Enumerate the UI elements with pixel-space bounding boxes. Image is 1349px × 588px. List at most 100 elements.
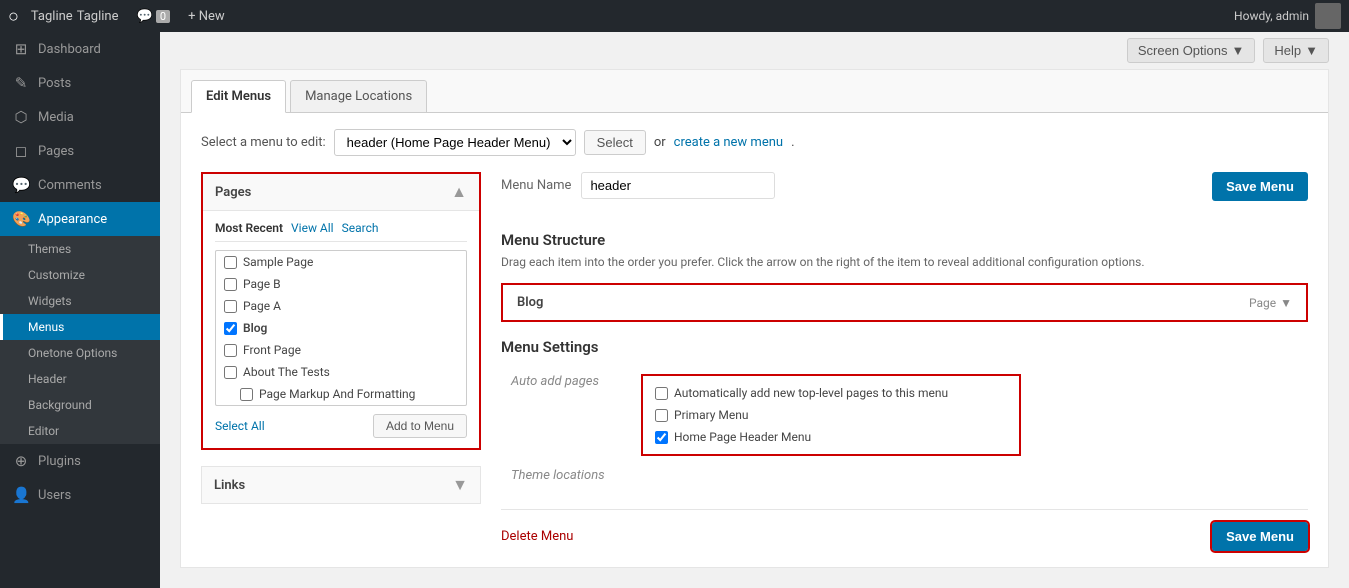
primary-menu-row: Primary Menu (655, 408, 1007, 422)
sidebar-item-dashboard[interactable]: ⊞ Dashboard (0, 32, 160, 66)
menu-name-row: Menu Name (501, 172, 775, 199)
sidebar-item-editor[interactable]: Editor (0, 418, 160, 444)
links-toggle[interactable]: ▼ (452, 475, 468, 495)
menu-structure-desc: Drag each item into the order you prefer… (501, 255, 1308, 269)
page-checkbox-sample[interactable] (224, 256, 237, 269)
menu-dropdown[interactable]: header (Home Page Header Menu) (334, 129, 576, 156)
pages-tabs: Most Recent View All Search (215, 221, 467, 242)
wp-logo-icon[interactable]: ○ (8, 6, 19, 27)
tab-manage-locations[interactable]: Manage Locations (290, 80, 427, 112)
new-button[interactable]: + New (188, 9, 225, 24)
screen-options-chevron: ▼ (1232, 43, 1245, 58)
sidebar-item-themes[interactable]: Themes (0, 236, 160, 262)
sidebar-item-pages[interactable]: ◻ Pages (0, 134, 160, 168)
page-label-pagea[interactable]: Page A (243, 299, 281, 313)
menu-selector-label: Select a menu to edit: (201, 135, 326, 150)
pages-postbox: Pages ▲ Most Recent View All Search (201, 172, 481, 450)
page-label-markup[interactable]: Page Markup And Formatting (259, 387, 415, 401)
site-name-label[interactable]: Tagline (77, 9, 119, 24)
pages-list: Sample Page Page B Page A (215, 250, 467, 406)
create-new-menu-link[interactable]: create a new menu (674, 135, 783, 150)
help-button[interactable]: Help ▼ (1263, 38, 1329, 63)
home-header-checkbox[interactable] (655, 431, 668, 444)
sidebar-item-plugins[interactable]: ⊕ Plugins (0, 444, 160, 478)
sidebar-label-dashboard: Dashboard (38, 42, 101, 57)
delete-menu-link[interactable]: Delete Menu (501, 529, 573, 544)
tab-edit-menus[interactable]: Edit Menus (191, 80, 286, 113)
auto-add-checkbox-row: Automatically add new top-level pages to… (655, 386, 1007, 400)
period-text: . (791, 135, 794, 150)
appearance-icon: 🎨 (12, 210, 30, 228)
auto-add-cell: Automatically add new top-level pages to… (631, 368, 1308, 462)
menu-select-button[interactable]: Select (584, 130, 646, 155)
help-chevron: ▼ (1305, 43, 1318, 58)
content-wrap: Edit Menus Manage Locations Select a men… (180, 69, 1329, 568)
page-checkbox-markup[interactable] (240, 388, 253, 401)
sidebar-item-widgets[interactable]: Widgets (0, 288, 160, 314)
avatar[interactable] (1315, 3, 1341, 29)
save-menu-button-top[interactable]: Save Menu (1212, 172, 1308, 201)
menu-structure-section: Menu Structure Drag each item into the o… (501, 231, 1308, 322)
sidebar-item-comments[interactable]: 💬 Comments (0, 168, 160, 202)
sidebar-item-users[interactable]: 👤 Users (0, 478, 160, 512)
page-item-pagea: Page A (216, 295, 466, 317)
screen-options-bar: Screen Options ▼ Help ▼ (160, 32, 1349, 69)
select-all-link[interactable]: Select All (215, 419, 265, 433)
pages-tab-recent[interactable]: Most Recent (215, 221, 283, 235)
page-label-pageb[interactable]: Page B (243, 277, 281, 291)
sidebar-item-appearance[interactable]: 🎨 Appearance (0, 202, 160, 236)
page-checkbox-pageb[interactable] (224, 278, 237, 291)
page-checkbox-abouttests[interactable] (224, 366, 237, 379)
dashboard-icon: ⊞ (12, 40, 30, 58)
media-icon: ⬡ (12, 108, 30, 126)
page-item-blog: Blog (216, 317, 466, 339)
sidebar-item-menus[interactable]: Menus → (0, 314, 160, 340)
sidebar-item-customize[interactable]: Customize (0, 262, 160, 288)
page-label-abouttests[interactable]: About The Tests (243, 365, 330, 379)
blog-menu-item[interactable]: Blog Page ▼ (501, 283, 1308, 322)
sidebar-item-posts[interactable]: ✎ Posts (0, 66, 160, 100)
blog-item-chevron[interactable]: ▼ (1280, 296, 1292, 310)
pages-actions: Select All Add to Menu (215, 414, 467, 438)
appearance-submenu: Themes Customize Widgets Menus → Onetone… (0, 236, 160, 444)
auto-add-text[interactable]: Automatically add new top-level pages to… (674, 386, 948, 400)
menu-settings-section: Menu Settings Auto add pages Automati (501, 338, 1308, 489)
page-checkbox-frontpage[interactable] (224, 344, 237, 357)
sidebar-label-plugins: Plugins (38, 454, 81, 469)
comments-icon[interactable]: 💬 0 (137, 9, 171, 24)
page-checkbox-pagea[interactable] (224, 300, 237, 313)
columns-layout: Pages ▲ Most Recent View All Search (201, 172, 1308, 551)
pages-toggle[interactable]: ▲ (451, 182, 467, 202)
pages-tab-search[interactable]: Search (342, 221, 379, 235)
page-item-abouttests: About The Tests (216, 361, 466, 383)
menu-name-input[interactable] (581, 172, 775, 199)
add-to-menu-button[interactable]: Add to Menu (373, 414, 467, 438)
auto-add-checkbox[interactable] (655, 387, 668, 400)
help-label: Help (1274, 43, 1301, 58)
comments-count: 0 (156, 10, 170, 23)
theme-locations-label: Theme locations (501, 462, 631, 489)
plugins-icon: ⊕ (12, 452, 30, 470)
save-menu-button-bottom[interactable]: Save Menu (1212, 522, 1308, 551)
sidebar-item-header[interactable]: Header (0, 366, 160, 392)
pages-tab-viewall[interactable]: View All (291, 221, 334, 235)
primary-menu-checkbox[interactable] (655, 409, 668, 422)
home-page-header-row: Home Page Header Menu (655, 430, 1007, 444)
sidebar-label-appearance: Appearance (38, 212, 107, 227)
page-label-sample[interactable]: Sample Page (243, 255, 313, 269)
screen-options-button[interactable]: Screen Options ▼ (1127, 38, 1255, 63)
menu-settings-heading: Menu Settings (501, 338, 1308, 356)
site-name[interactable]: Tagline (31, 9, 73, 24)
primary-menu-label[interactable]: Primary Menu (674, 408, 749, 422)
sidebar-item-background[interactable]: Background (0, 392, 160, 418)
nav-tabs: Edit Menus Manage Locations (181, 70, 1328, 113)
sidebar-label-pages: Pages (38, 144, 74, 159)
page-label-frontpage[interactable]: Front Page (243, 343, 301, 357)
sidebar-item-media[interactable]: ⬡ Media (0, 100, 160, 134)
page-checkbox-blog[interactable] (224, 322, 237, 335)
theme-locations-row: Theme locations (501, 462, 1308, 489)
home-header-label[interactable]: Home Page Header Menu (674, 430, 811, 444)
sidebar-item-onetone[interactable]: Onetone Options (0, 340, 160, 366)
page-item-markup: Page Markup And Formatting (216, 383, 466, 405)
page-label-blog[interactable]: Blog (243, 321, 267, 335)
